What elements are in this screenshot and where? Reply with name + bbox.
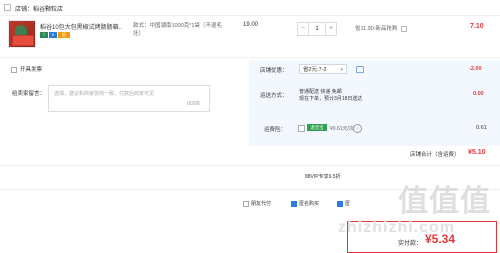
extra-option[interactable]: 匿 bbox=[337, 200, 350, 207]
message-count: 0/200 bbox=[187, 101, 200, 107]
invoice-row[interactable]: 开具发票 bbox=[11, 65, 42, 73]
quantity-input[interactable]: 1 bbox=[308, 23, 326, 35]
coupon-label: 店铺优惠： bbox=[260, 68, 288, 74]
quantity-stepper: − 1 + bbox=[297, 22, 337, 36]
promo-dropdown-icon[interactable] bbox=[400, 25, 407, 32]
extra-checkbox[interactable] bbox=[337, 200, 343, 207]
item-subtotal: 7.10 bbox=[470, 23, 484, 30]
insurance-label: 运费险： bbox=[264, 127, 287, 133]
chevron-down-icon: ▾ bbox=[340, 67, 343, 73]
unit-price: 19.00 bbox=[243, 22, 259, 28]
invoice-label: 开具发票 bbox=[20, 67, 43, 73]
friend-pay-checkbox[interactable] bbox=[243, 200, 249, 207]
insurance-badge: 退货宝 bbox=[307, 124, 327, 131]
product-spec: 款式：中国湖南1000克*1袋（不退毛坯） bbox=[133, 23, 222, 37]
store-total-value: ¥5.10 bbox=[468, 149, 486, 156]
vip-discount[interactable]: 88VIP专享9.5折 bbox=[305, 173, 341, 180]
store-checkbox[interactable] bbox=[4, 4, 11, 11]
coupon-select[interactable]: 省2元:7-2 ▾ bbox=[299, 64, 347, 74]
badge-7day: 7 bbox=[40, 32, 48, 38]
anonymous-option[interactable]: 匿名购买 bbox=[291, 200, 319, 207]
promo-info: 省11.90:新品抢购 bbox=[355, 24, 407, 32]
extra-label: 匿 bbox=[345, 201, 351, 207]
message-label: 给卖家留言： bbox=[12, 91, 46, 97]
insurance-amount: 0.61 bbox=[476, 125, 487, 131]
store-header bbox=[0, 0, 500, 16]
product-title[interactable]: 稻谷10包大包黑椒试烤肠肠箱... bbox=[40, 22, 122, 31]
shipping-label: 运送方式： bbox=[260, 93, 288, 99]
friend-pay-label: 朋友代付 bbox=[251, 201, 272, 207]
message-placeholder: 选填，建议和商家协商一致，付款后商家可见 bbox=[54, 91, 155, 97]
divider bbox=[0, 57, 500, 58]
shipping-amount: 0.00 bbox=[473, 91, 484, 97]
chat-icon[interactable] bbox=[356, 66, 364, 73]
pay-amount: ¥5.34 bbox=[425, 232, 456, 246]
store-name[interactable]: 店铺：稻谷颗粒店 bbox=[15, 4, 63, 13]
insurance-price: ¥0.61元/次 bbox=[330, 126, 354, 132]
coupon-value: 省2元:7-2 bbox=[303, 67, 327, 73]
qty-plus-button[interactable]: + bbox=[326, 23, 336, 35]
shipping-info: 普通配送 快递 免邮 现在下单，预计3月18日送达 bbox=[299, 89, 362, 103]
insurance-checkbox[interactable] bbox=[298, 125, 305, 132]
badge-price: ¥ bbox=[49, 32, 57, 38]
friend-pay-option[interactable]: 朋友代付 bbox=[243, 200, 271, 207]
divider bbox=[0, 165, 500, 166]
product-thumbnail[interactable] bbox=[8, 20, 36, 48]
shipping-method: 普通配送 快递 免邮 bbox=[299, 89, 342, 95]
coupon-amount: -2.00 bbox=[469, 66, 482, 72]
product-badges: 7 ¥ 返 bbox=[40, 32, 70, 38]
anonymous-checkbox[interactable] bbox=[291, 200, 297, 207]
invoice-checkbox[interactable] bbox=[11, 66, 17, 73]
shipping-eta: 现在下单，预计3月18日送达 bbox=[299, 96, 363, 102]
watermark-logo: 值值值 bbox=[398, 185, 491, 218]
anonymous-label: 匿名购买 bbox=[299, 201, 320, 207]
promo-text: 省11.90:新品抢购 bbox=[355, 26, 398, 32]
product-image-box bbox=[12, 35, 34, 46]
qty-minus-button[interactable]: − bbox=[298, 23, 308, 35]
badge-return: 返 bbox=[58, 32, 70, 38]
store-total-label: 店铺合计（含运费） bbox=[410, 152, 460, 158]
info-icon[interactable]: ? bbox=[353, 124, 362, 133]
pay-label: 实付款： bbox=[398, 241, 423, 247]
